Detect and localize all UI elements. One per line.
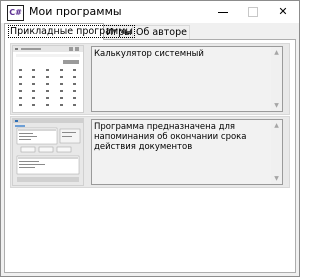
program-card: Калькулятор системный ▲ ▼ (10, 43, 290, 115)
scroll-up-icon[interactable]: ▲ (271, 120, 282, 131)
tab-strip: Прикладные программы Игры Об авторе (4, 23, 298, 40)
scroll-up-icon[interactable]: ▲ (271, 47, 282, 58)
program-description: Калькулятор системный (94, 49, 204, 59)
description-scrollbar[interactable]: ▲ ▼ (271, 47, 282, 111)
calculator-screenshot (13, 46, 83, 112)
close-icon: ✕ (278, 5, 288, 18)
scroll-down-icon[interactable]: ▼ (271, 173, 282, 184)
reminder-app-screenshot (13, 119, 83, 185)
scroll-down-icon[interactable]: ▼ (271, 100, 282, 111)
program-card: Программа предназначена для напоминания … (10, 116, 290, 188)
description-scrollbar[interactable]: ▲ ▼ (271, 120, 282, 184)
title-bar[interactable]: C# Мои программы ✕ (1, 1, 299, 23)
tab-page-applied-programs: Калькулятор системный ▲ ▼ Программа пред… (4, 39, 296, 273)
window-title: Мои программы (29, 5, 122, 18)
program-description-box[interactable]: Программа предназначена для напоминания … (91, 119, 283, 185)
minimize-button[interactable] (208, 1, 238, 23)
maximize-icon (248, 7, 258, 17)
maximize-button (238, 1, 268, 23)
program-description: Программа предназначена для напоминания … (94, 122, 247, 152)
main-window: C# Мои программы ✕ Прикладные программы … (0, 0, 300, 277)
tab-about-author[interactable]: Об авторе (132, 25, 190, 40)
tab-applied-programs[interactable]: Прикладные программы (4, 23, 135, 40)
program-thumbnail[interactable] (12, 45, 84, 113)
program-thumbnail[interactable] (12, 118, 84, 186)
program-description-box[interactable]: Калькулятор системный ▲ ▼ (91, 46, 283, 112)
csharp-app-icon: C# (7, 5, 24, 21)
minimize-icon (218, 12, 228, 13)
close-button[interactable]: ✕ (268, 1, 298, 23)
